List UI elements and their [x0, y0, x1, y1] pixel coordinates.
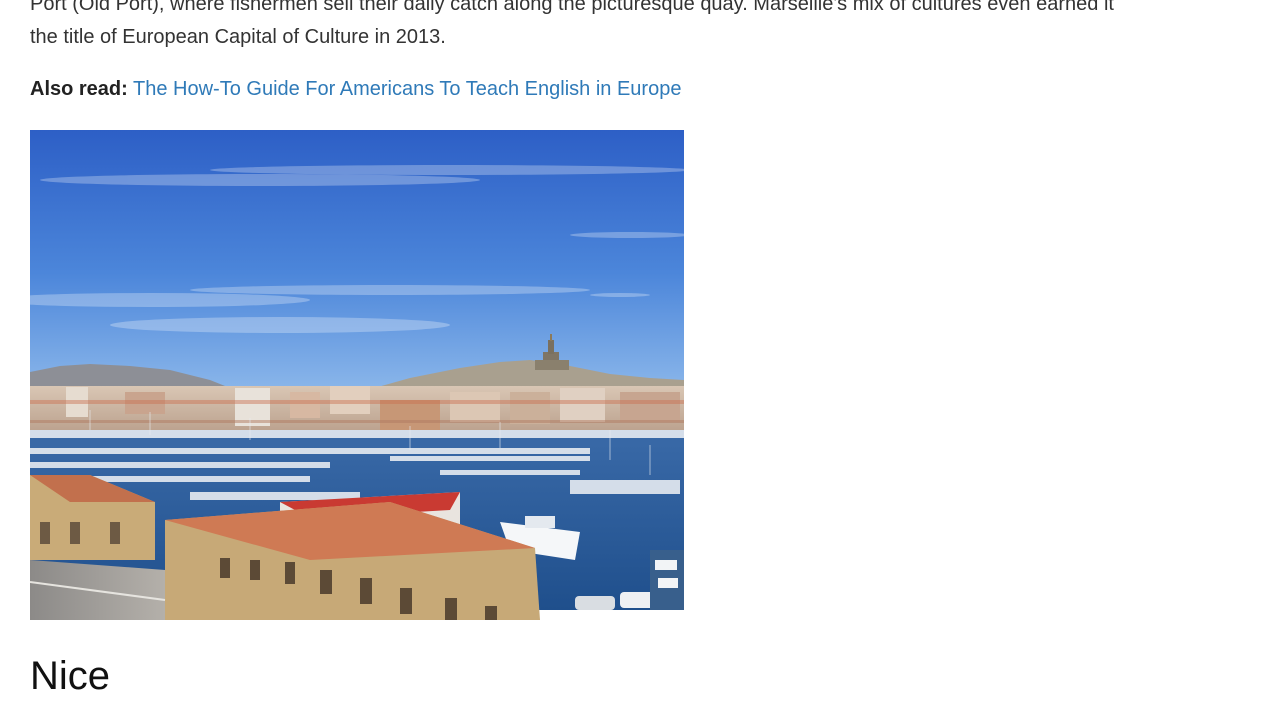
also-read-label: Also read: — [30, 78, 128, 100]
marseille-harbor-photo — [30, 130, 684, 620]
paragraph-line: Port (Old Port), where fishermen sell th… — [30, 0, 1114, 15]
also-read-block: Also read: The How-To Guide For American… — [30, 75, 681, 103]
article-paragraph: Port (Old Port), where fishermen sell th… — [30, 0, 1280, 54]
section-heading: Nice — [30, 654, 111, 698]
also-read-link[interactable]: The How-To Guide For Americans To Teach … — [133, 78, 681, 100]
paragraph-line: the title of European Capital of Culture… — [30, 26, 446, 48]
